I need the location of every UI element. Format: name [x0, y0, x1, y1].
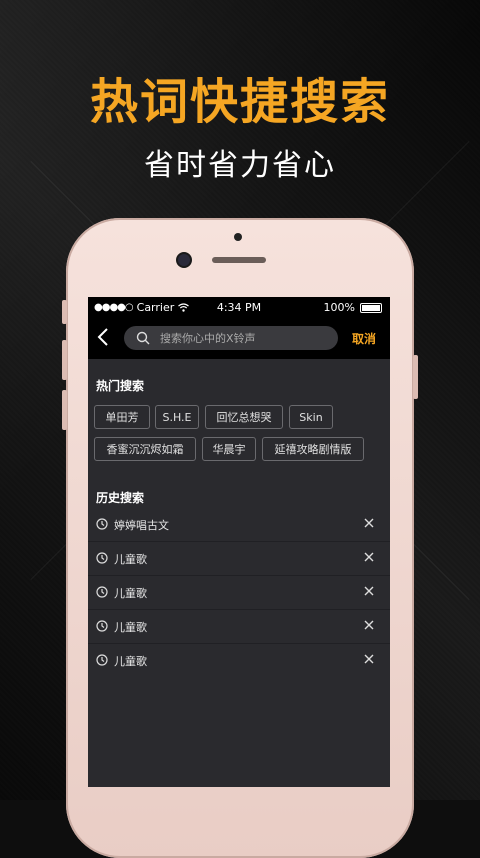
history-item-label: 儿童歌 — [114, 587, 147, 600]
power-button — [413, 355, 418, 399]
earpiece-speaker — [212, 257, 266, 263]
clock-icon — [96, 518, 108, 530]
search-icon — [136, 331, 150, 345]
search-box[interactable] — [124, 326, 338, 350]
history-item-label: 婷婷唱古文 — [114, 519, 169, 532]
cancel-button[interactable]: 取消 — [352, 330, 376, 347]
proximity-sensor — [234, 233, 242, 241]
hot-tag[interactable]: 回忆总想哭 — [205, 405, 283, 429]
history-item[interactable]: 儿童歌 — [88, 643, 390, 677]
close-icon[interactable] — [362, 652, 376, 666]
promo-subline: 省时省力省心 — [144, 148, 336, 183]
hot-tag[interactable]: 华晨宇 — [202, 437, 256, 461]
front-camera — [178, 254, 190, 266]
history-item-label: 儿童歌 — [114, 621, 147, 634]
volume-down-button — [62, 390, 67, 430]
battery-percent: 100% — [323, 301, 355, 314]
history-item-label: 儿童歌 — [114, 553, 147, 566]
clock-icon — [96, 620, 108, 632]
history-item[interactable]: 儿童歌 — [88, 609, 390, 644]
history-item-label: 儿童歌 — [114, 655, 147, 668]
search-input[interactable] — [158, 330, 338, 346]
close-icon[interactable] — [362, 584, 376, 598]
hot-tag[interactable]: S.H.E — [155, 405, 199, 429]
clock-icon — [96, 586, 108, 598]
chevron-left-icon[interactable] — [96, 327, 116, 349]
history-item[interactable]: 儿童歌 — [88, 541, 390, 576]
status-bar: ●●●●○ Carrier 4:34 PM 100% — [88, 297, 390, 319]
close-icon[interactable] — [362, 550, 376, 564]
hot-tag[interactable]: Skin — [289, 405, 333, 429]
clock-icon — [96, 654, 108, 666]
clock-icon — [96, 552, 108, 564]
history-item[interactable]: 儿童歌 — [88, 575, 390, 610]
volume-up-button — [62, 340, 67, 380]
status-right: 100% — [324, 301, 382, 314]
phone-screen: ●●●●○ Carrier 4:34 PM 100% 取消 热门搜索 — [88, 297, 390, 787]
battery-icon — [360, 302, 382, 313]
hot-tag[interactable]: 单田芳 — [94, 405, 150, 429]
hot-search-title: 热门搜索 — [96, 379, 145, 393]
close-icon[interactable] — [362, 516, 376, 530]
close-icon[interactable] — [362, 618, 376, 632]
mute-switch — [62, 300, 67, 324]
hot-tag[interactable]: 延禧攻略剧情版 — [262, 437, 364, 461]
history-title: 历史搜索 — [96, 491, 145, 505]
hot-tag[interactable]: 香蜜沉沉烬如霜 — [94, 437, 196, 461]
promo-headline: 热词快捷搜索 — [89, 74, 390, 130]
history-item[interactable]: 婷婷唱古文 — [88, 507, 390, 542]
search-nav-bar: 取消 — [88, 319, 390, 359]
